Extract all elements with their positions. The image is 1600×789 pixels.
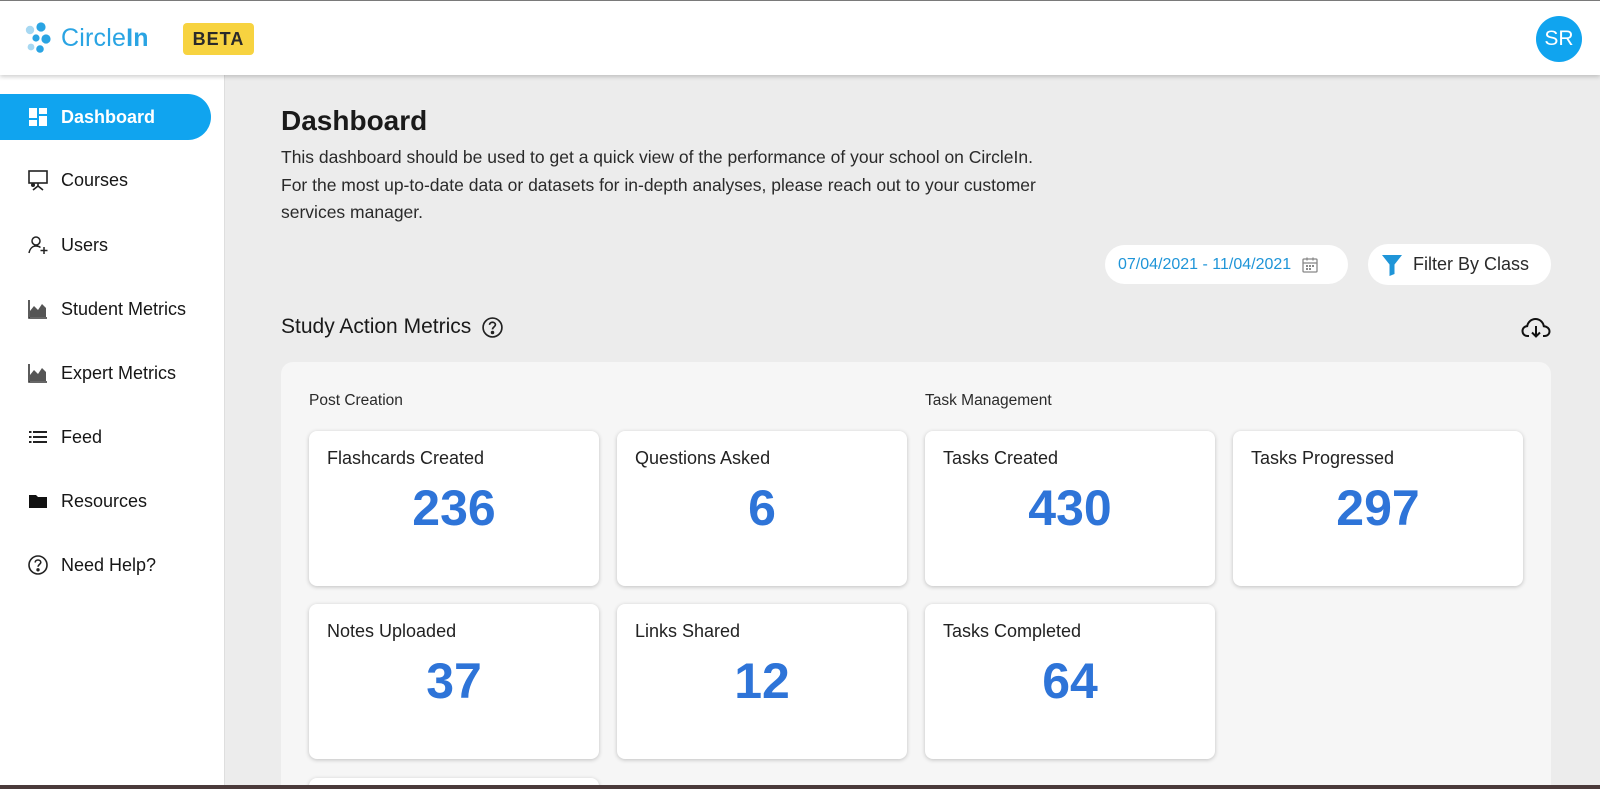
metric-value: 37 xyxy=(426,653,482,709)
filter-by-class-button[interactable]: Filter By Class xyxy=(1368,244,1551,285)
area-chart-icon xyxy=(27,362,49,384)
group-label-task-management: Task Management xyxy=(925,392,1052,409)
metric-label: Questions Asked xyxy=(635,448,771,468)
date-range-value: 07/04/2021 - 11/04/2021 xyxy=(1118,255,1292,273)
metric-value: 430 xyxy=(1028,480,1112,536)
section-title-text: Study Action Metrics xyxy=(281,315,472,338)
sidebar-item-label: Expert Metrics xyxy=(61,362,177,383)
metric-card-links-shared: Links Shared 12 xyxy=(617,604,907,759)
presentation-board-icon xyxy=(27,169,49,191)
metric-value: 12 xyxy=(734,653,790,709)
sidebar-item-resources[interactable]: Resources xyxy=(0,478,211,524)
brand-name: CircleIn xyxy=(61,23,149,52)
filter-icon xyxy=(1382,254,1402,276)
metric-value: 236 xyxy=(412,480,496,536)
page-title: Dashboard xyxy=(281,105,428,136)
metric-label: Notes Uploaded xyxy=(327,621,457,641)
sidebar-item-need-help[interactable]: Need Help? xyxy=(0,542,211,588)
app-header: CircleIn BETA SR xyxy=(0,0,1600,75)
metric-card-questions-asked: Questions Asked 6 xyxy=(617,431,907,586)
page-description: This dashboard should be used to get a q… xyxy=(281,147,1036,222)
cloud-download-icon[interactable] xyxy=(1521,315,1551,341)
metric-card-notes-uploaded: Notes Uploaded 37 xyxy=(309,604,599,759)
sidebar-item-label: Users xyxy=(61,234,109,255)
sidebar-item-courses[interactable]: Courses xyxy=(0,157,211,203)
sidebar-item-label: Student Metrics xyxy=(61,298,187,319)
sidebar-item-label: Resources xyxy=(61,490,148,511)
metric-label: Tasks Created xyxy=(943,448,1059,468)
metric-value: 6 xyxy=(748,480,776,536)
sidebar-item-label: Dashboard xyxy=(61,106,156,127)
sidebar-item-users[interactable]: Users xyxy=(0,222,211,268)
calendar-icon xyxy=(1302,257,1318,273)
sidebar-item-label: Feed xyxy=(61,426,103,447)
sidebar-item-student-metrics[interactable]: Student Metrics xyxy=(0,286,211,332)
filter-label: Filter By Class xyxy=(1413,254,1530,274)
window-bottom-edge xyxy=(0,785,1600,789)
beta-badge: BETA xyxy=(183,23,254,55)
metric-card-tasks-completed: Tasks Completed 64 xyxy=(925,604,1215,759)
sidebar: Dashboard Courses Users Student Metrics … xyxy=(0,75,225,789)
user-avatar[interactable]: SR xyxy=(1536,16,1582,62)
metric-card-flashcards-created: Flashcards Created 236 xyxy=(309,431,599,586)
help-circle-icon[interactable] xyxy=(481,316,504,339)
list-icon xyxy=(27,426,49,448)
group-label-post-creation: Post Creation xyxy=(309,392,403,409)
folder-icon xyxy=(27,490,49,512)
metric-value: 64 xyxy=(1042,653,1098,709)
sidebar-item-dashboard[interactable]: Dashboard xyxy=(0,94,211,140)
circlein-logo-icon xyxy=(25,22,51,53)
metric-card-tasks-created: Tasks Created 430 xyxy=(925,431,1215,586)
metric-label: Flashcards Created xyxy=(327,448,485,468)
dashboard-icon xyxy=(27,106,49,128)
sidebar-item-feed[interactable]: Feed xyxy=(0,414,211,460)
metric-value: 297 xyxy=(1336,480,1420,536)
circlein-logo[interactable]: CircleIn xyxy=(23,22,149,54)
metric-label: Links Shared xyxy=(635,621,741,641)
metric-label: Tasks Progressed xyxy=(1251,448,1395,468)
date-range-picker[interactable]: 07/04/2021 - 11/04/2021 xyxy=(1105,245,1348,284)
users-icon xyxy=(27,234,49,256)
metric-label: Tasks Completed xyxy=(943,621,1082,641)
help-circle-icon xyxy=(27,554,49,576)
section-title: Study Action Metrics xyxy=(281,315,504,339)
area-chart-icon xyxy=(27,298,49,320)
metric-card-tasks-progressed: Tasks Progressed 297 xyxy=(1233,431,1523,586)
sidebar-item-label: Courses xyxy=(61,169,129,190)
sidebar-item-label: Need Help? xyxy=(61,554,157,575)
sidebar-item-expert-metrics[interactable]: Expert Metrics xyxy=(0,350,211,396)
